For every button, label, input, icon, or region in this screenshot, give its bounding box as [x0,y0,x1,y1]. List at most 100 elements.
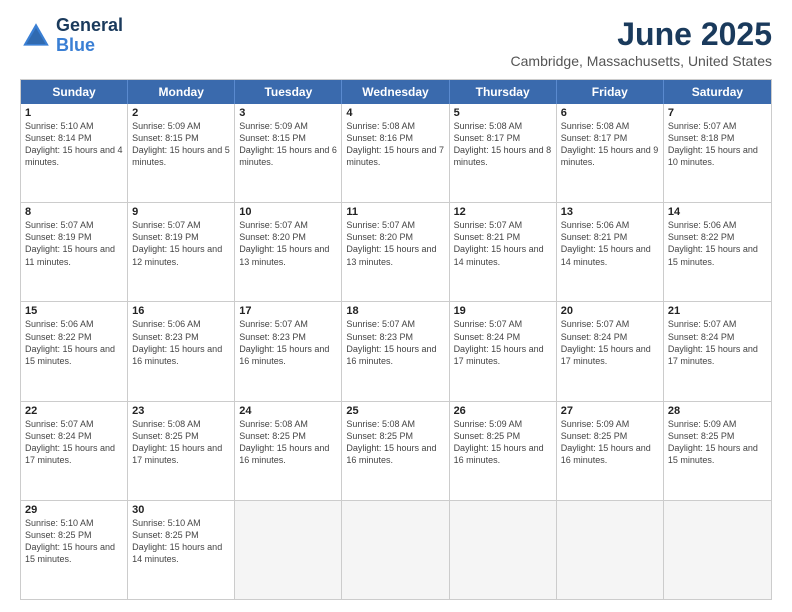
calendar-cell [342,501,449,599]
daylight-line: Daylight: 15 hours and 7 minutes. [346,144,444,168]
daylight-line: Daylight: 15 hours and 16 minutes. [239,343,337,367]
calendar-cell: 17 Sunrise: 5:07 AM Sunset: 8:23 PM Dayl… [235,302,342,400]
logo-text: General Blue [56,16,123,56]
sunrise-line: Sunrise: 5:09 AM [561,418,659,430]
day-number: 26 [454,405,552,417]
sunset-line: Sunset: 8:23 PM [239,331,337,343]
page: General Blue June 2025 Cambridge, Massac… [0,0,792,612]
daylight-line: Daylight: 15 hours and 8 minutes. [454,144,552,168]
calendar: SundayMondayTuesdayWednesdayThursdayFrid… [20,79,772,600]
calendar-cell [557,501,664,599]
day-number: 14 [668,206,767,218]
day-number: 19 [454,305,552,317]
daylight-line: Daylight: 15 hours and 6 minutes. [239,144,337,168]
header-cell-monday: Monday [128,80,235,104]
calendar-title: June 2025 [511,16,772,53]
calendar-cell: 19 Sunrise: 5:07 AM Sunset: 8:24 PM Dayl… [450,302,557,400]
calendar-row-3: 15 Sunrise: 5:06 AM Sunset: 8:22 PM Dayl… [21,302,771,401]
sunrise-line: Sunrise: 5:07 AM [25,418,123,430]
daylight-line: Daylight: 15 hours and 14 minutes. [132,541,230,565]
day-number: 25 [346,405,444,417]
day-number: 4 [346,107,444,119]
sunrise-line: Sunrise: 5:07 AM [454,219,552,231]
calendar-cell: 16 Sunrise: 5:06 AM Sunset: 8:23 PM Dayl… [128,302,235,400]
calendar-cell: 10 Sunrise: 5:07 AM Sunset: 8:20 PM Dayl… [235,203,342,301]
daylight-line: Daylight: 15 hours and 4 minutes. [25,144,123,168]
calendar-cell: 8 Sunrise: 5:07 AM Sunset: 8:19 PM Dayli… [21,203,128,301]
logo-general: General [56,15,123,35]
day-number: 13 [561,206,659,218]
calendar-header: SundayMondayTuesdayWednesdayThursdayFrid… [21,80,771,104]
logo-blue: Blue [56,35,95,55]
day-number: 23 [132,405,230,417]
header-cell-thursday: Thursday [450,80,557,104]
day-number: 21 [668,305,767,317]
calendar-cell: 14 Sunrise: 5:06 AM Sunset: 8:22 PM Dayl… [664,203,771,301]
daylight-line: Daylight: 15 hours and 17 minutes. [25,442,123,466]
sunset-line: Sunset: 8:25 PM [561,430,659,442]
sunset-line: Sunset: 8:17 PM [561,132,659,144]
sunset-line: Sunset: 8:24 PM [668,331,767,343]
sunset-line: Sunset: 8:14 PM [25,132,123,144]
sunrise-line: Sunrise: 5:07 AM [668,120,767,132]
sunrise-line: Sunrise: 5:10 AM [132,517,230,529]
day-number: 24 [239,405,337,417]
header-cell-friday: Friday [557,80,664,104]
day-number: 6 [561,107,659,119]
sunrise-line: Sunrise: 5:08 AM [132,418,230,430]
day-number: 11 [346,206,444,218]
day-number: 9 [132,206,230,218]
sunset-line: Sunset: 8:24 PM [25,430,123,442]
sunset-line: Sunset: 8:25 PM [239,430,337,442]
daylight-line: Daylight: 15 hours and 16 minutes. [239,442,337,466]
sunset-line: Sunset: 8:25 PM [454,430,552,442]
sunrise-line: Sunrise: 5:08 AM [239,418,337,430]
daylight-line: Daylight: 15 hours and 16 minutes. [454,442,552,466]
day-number: 7 [668,107,767,119]
day-number: 17 [239,305,337,317]
daylight-line: Daylight: 15 hours and 15 minutes. [25,541,123,565]
day-number: 8 [25,206,123,218]
sunset-line: Sunset: 8:25 PM [132,529,230,541]
sunrise-line: Sunrise: 5:07 AM [346,318,444,330]
sunrise-line: Sunrise: 5:07 AM [132,219,230,231]
title-area: June 2025 Cambridge, Massachusetts, Unit… [511,16,772,69]
daylight-line: Daylight: 15 hours and 5 minutes. [132,144,230,168]
calendar-cell: 21 Sunrise: 5:07 AM Sunset: 8:24 PM Dayl… [664,302,771,400]
sunrise-line: Sunrise: 5:09 AM [132,120,230,132]
calendar-row-5: 29 Sunrise: 5:10 AM Sunset: 8:25 PM Dayl… [21,501,771,599]
daylight-line: Daylight: 15 hours and 14 minutes. [561,243,659,267]
daylight-line: Daylight: 15 hours and 16 minutes. [346,343,444,367]
day-number: 10 [239,206,337,218]
day-number: 27 [561,405,659,417]
sunset-line: Sunset: 8:25 PM [132,430,230,442]
sunset-line: Sunset: 8:25 PM [25,529,123,541]
calendar-cell: 23 Sunrise: 5:08 AM Sunset: 8:25 PM Dayl… [128,402,235,500]
daylight-line: Daylight: 15 hours and 16 minutes. [561,442,659,466]
sunset-line: Sunset: 8:21 PM [561,231,659,243]
sunset-line: Sunset: 8:15 PM [239,132,337,144]
calendar-cell: 12 Sunrise: 5:07 AM Sunset: 8:21 PM Dayl… [450,203,557,301]
day-number: 22 [25,405,123,417]
daylight-line: Daylight: 15 hours and 15 minutes. [25,343,123,367]
sunrise-line: Sunrise: 5:09 AM [239,120,337,132]
sunset-line: Sunset: 8:21 PM [454,231,552,243]
calendar-cell [664,501,771,599]
sunset-line: Sunset: 8:19 PM [25,231,123,243]
day-number: 30 [132,504,230,516]
calendar-row-1: 1 Sunrise: 5:10 AM Sunset: 8:14 PM Dayli… [21,104,771,203]
calendar-cell: 15 Sunrise: 5:06 AM Sunset: 8:22 PM Dayl… [21,302,128,400]
day-number: 29 [25,504,123,516]
daylight-line: Daylight: 15 hours and 12 minutes. [132,243,230,267]
calendar-subtitle: Cambridge, Massachusetts, United States [511,53,772,69]
calendar-cell [450,501,557,599]
calendar-cell: 1 Sunrise: 5:10 AM Sunset: 8:14 PM Dayli… [21,104,128,202]
day-number: 18 [346,305,444,317]
day-number: 28 [668,405,767,417]
calendar-cell: 2 Sunrise: 5:09 AM Sunset: 8:15 PM Dayli… [128,104,235,202]
daylight-line: Daylight: 15 hours and 9 minutes. [561,144,659,168]
daylight-line: Daylight: 15 hours and 14 minutes. [454,243,552,267]
header: General Blue June 2025 Cambridge, Massac… [20,16,772,69]
sunrise-line: Sunrise: 5:07 AM [239,219,337,231]
calendar-cell: 26 Sunrise: 5:09 AM Sunset: 8:25 PM Dayl… [450,402,557,500]
